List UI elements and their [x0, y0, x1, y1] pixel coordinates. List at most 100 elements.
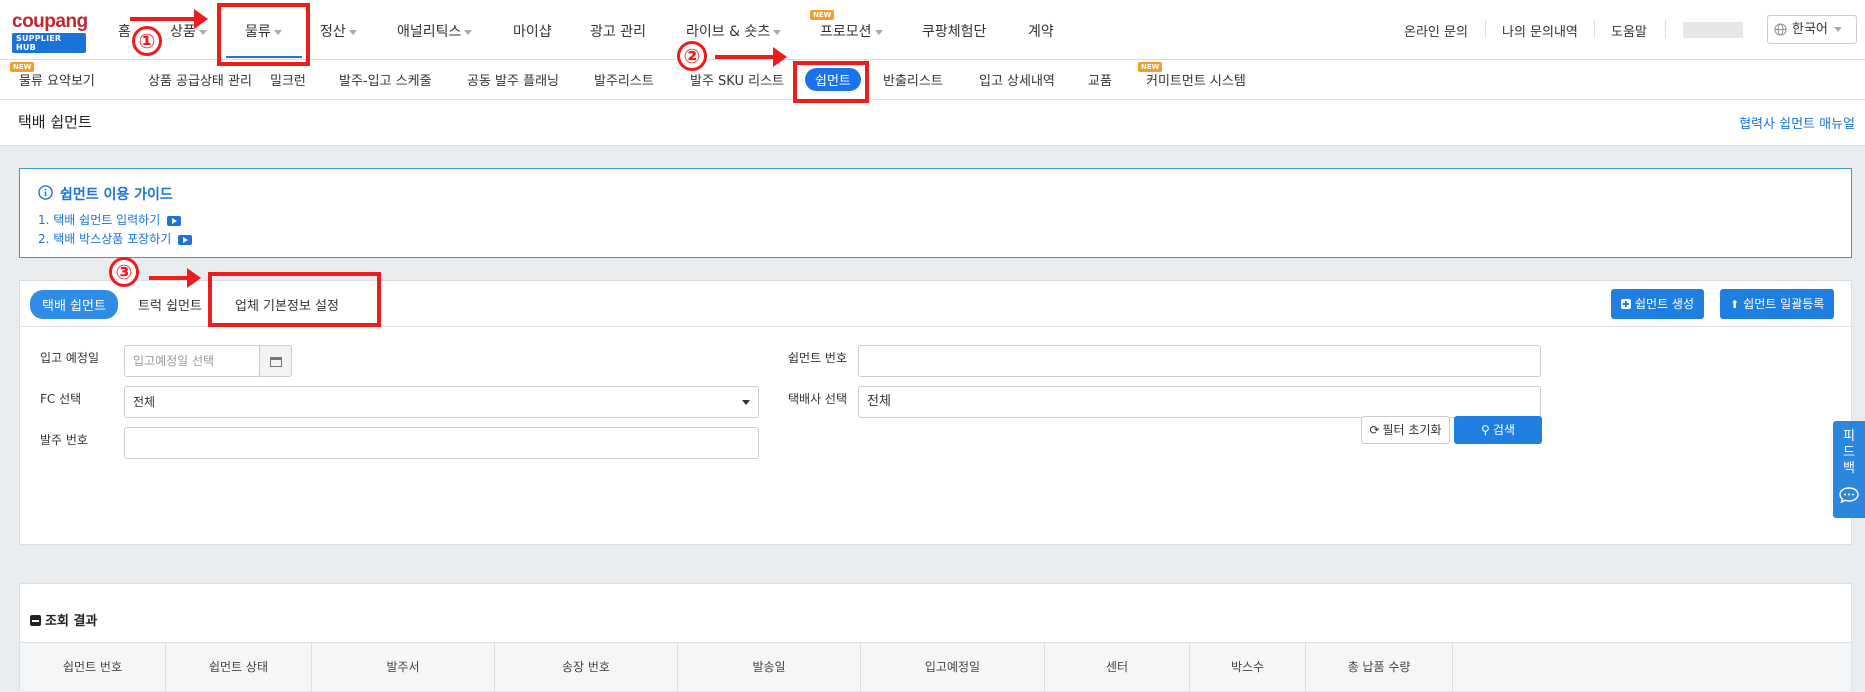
- shipment-no-input[interactable]: [858, 345, 1541, 377]
- feedback-label: 피드백: [1843, 429, 1855, 476]
- nav-promotion-label: 프로모션: [820, 24, 872, 40]
- po-number-label: 발주 번호: [40, 433, 88, 447]
- courier-label: 택배사 선택: [788, 392, 848, 406]
- annotation-number-2: ②: [677, 41, 707, 71]
- refresh-icon: ⟳: [1369, 423, 1380, 437]
- shipment-manual-link[interactable]: 협력사 쉽먼트 매뉴얼: [1739, 113, 1855, 132]
- guide-title: 쉽먼트 이용 가이드: [60, 187, 173, 203]
- subnav-milkrun[interactable]: 밀크런: [270, 70, 306, 89]
- guide-link-1-label: 1. 택배 쉽먼트 입력하기: [38, 213, 161, 227]
- feedback-button[interactable]: 피드백: [1833, 421, 1865, 518]
- bulk-register-button[interactable]: ⬆ 쉽먼트 일괄등록: [1720, 289, 1835, 319]
- col-shipment-status: 쉽먼트 상태: [166, 643, 312, 692]
- help-link[interactable]: 도움말: [1611, 21, 1647, 40]
- result-panel: 조회 결과 쉽먼트 번호 쉽먼트 상태 발주서 송장 번호 발송일 입고예정일 …: [19, 583, 1852, 692]
- col-po: 발주서: [312, 643, 495, 692]
- fc-select-value: 전체: [133, 395, 156, 409]
- chevron-down-icon: [874, 29, 883, 35]
- page-title: 택배 쉽먼트: [18, 113, 92, 131]
- fc-select[interactable]: 전체: [124, 386, 759, 418]
- tab-truck-shipment[interactable]: 트럭 쉽먼트: [138, 295, 202, 314]
- blurred-user-name[interactable]: [1683, 22, 1743, 38]
- result-table-header: 쉽먼트 번호 쉽먼트 상태 발주서 송장 번호 발송일 입고예정일 센터 박스수…: [20, 642, 1851, 692]
- language-selector[interactable]: 한국어: [1767, 15, 1857, 44]
- upload-icon: ⬆: [1730, 298, 1740, 311]
- chevron-down-icon: [773, 29, 782, 35]
- nav-settlement[interactable]: 정산: [320, 21, 357, 41]
- divider: [1594, 20, 1595, 38]
- logistics-sub-navigation: NEW 물류 요약보기 상품 공급상태 관리 밀크런 발주-입고 스케줄 공동 …: [0, 60, 1865, 100]
- subnav-inbound-detail[interactable]: 입고 상세내역: [979, 70, 1055, 89]
- arrival-date-input[interactable]: 입고예정일 선택: [124, 345, 260, 377]
- reset-filter-label: 필터 초기화: [1382, 423, 1442, 437]
- annotation-box-shipment: [793, 61, 869, 103]
- chevron-down-icon: [464, 29, 473, 35]
- calendar-icon: [270, 357, 282, 367]
- guide-link-1[interactable]: 1. 택배 쉽먼트 입력하기: [38, 211, 182, 228]
- nav-analytics[interactable]: 애널리틱스: [397, 21, 473, 41]
- nav-live-label: 라이브 & 숏츠: [686, 24, 771, 40]
- subnav-commitment[interactable]: 커미트먼트 시스템: [1146, 70, 1246, 89]
- my-inquiry-link[interactable]: 나의 문의내역: [1502, 21, 1578, 40]
- info-icon: [38, 185, 53, 200]
- col-center: 센터: [1045, 643, 1190, 692]
- subnav-po-schedule[interactable]: 발주-입고 스케줄: [339, 70, 432, 89]
- nav-settlement-label: 정산: [320, 24, 346, 40]
- subnav-return-list[interactable]: 반출리스트: [883, 70, 943, 89]
- coupang-logo[interactable]: coupang SUPPLIER HUB: [12, 12, 88, 53]
- subnav-joint-planning[interactable]: 공동 발주 플래닝: [467, 70, 559, 89]
- shipment-no-label: 쉽먼트 번호: [788, 351, 848, 365]
- language-label: 한국어: [1792, 22, 1828, 37]
- divider: [1665, 20, 1666, 38]
- subnav-po-list[interactable]: 발주리스트: [594, 70, 654, 89]
- page-header: 택배 쉽먼트 협력사 쉽먼트 매뉴얼: [0, 100, 1865, 146]
- col-box-count: 박스수: [1190, 643, 1306, 692]
- annotation-arrow-2: [715, 47, 787, 67]
- arrival-date-label: 입고 예정일: [40, 351, 100, 365]
- result-header[interactable]: 조회 결과: [30, 610, 97, 629]
- col-invoice-no: 송장 번호: [495, 643, 678, 692]
- fc-label: FC 선택: [40, 392, 82, 406]
- courier-select[interactable]: 전체: [858, 386, 1541, 418]
- nav-contract[interactable]: 계약: [1028, 21, 1054, 41]
- nav-myshop[interactable]: 마이샵: [513, 21, 552, 41]
- po-number-input[interactable]: [124, 427, 759, 459]
- logo-sub: SUPPLIER HUB: [12, 33, 86, 53]
- subnav-supply-status[interactable]: 상품 공급상태 관리: [148, 70, 252, 89]
- calendar-button[interactable]: [259, 345, 292, 377]
- search-button-label: 검색: [1492, 423, 1515, 437]
- reset-filter-button[interactable]: ⟳ 필터 초기화: [1361, 416, 1450, 444]
- subnav-exchange[interactable]: 교품: [1088, 70, 1112, 89]
- online-inquiry-link[interactable]: 온라인 문의: [1404, 21, 1468, 40]
- nav-live-shorts[interactable]: 라이브 & 숏츠: [686, 21, 782, 41]
- search-button[interactable]: ⚲ 검색: [1454, 416, 1542, 444]
- annotation-number-1: ①: [132, 26, 162, 56]
- annotation-arrow-1: [130, 9, 208, 29]
- annotation-number-3: ③: [109, 257, 139, 287]
- chat-bubble-icon: [1839, 487, 1859, 504]
- search-icon: ⚲: [1481, 423, 1490, 437]
- subnav-logistics-summary[interactable]: 물류 요약보기: [19, 70, 95, 89]
- nav-promotion[interactable]: 프로모션: [820, 21, 883, 41]
- guide-link-2-label: 2. 택배 박스상품 포장하기: [38, 232, 172, 246]
- chevron-down-icon: [198, 29, 207, 35]
- nav-home[interactable]: 홈: [118, 21, 131, 41]
- chevron-down-icon: [1833, 27, 1842, 32]
- annotation-box-logistics: [217, 3, 310, 66]
- col-total-qty: 총 납품 수량: [1306, 643, 1453, 692]
- bulk-register-label: 쉽먼트 일괄등록: [1743, 297, 1825, 311]
- col-arrival-date: 입고예정일: [861, 643, 1045, 692]
- video-play-icon: [167, 215, 182, 226]
- col-ship-date: 발송일: [678, 643, 861, 692]
- create-shipment-button[interactable]: 쉽먼트 생성: [1611, 289, 1705, 319]
- guide-link-2[interactable]: 2. 택배 박스상품 포장하기: [38, 230, 193, 247]
- new-badge: NEW: [810, 10, 835, 20]
- subnav-po-sku-list[interactable]: 발주 SKU 리스트: [690, 70, 784, 89]
- globe-icon: [1774, 23, 1787, 36]
- tab-parcel-shipment[interactable]: 택배 쉽먼트: [30, 290, 118, 319]
- plus-icon: [1621, 299, 1631, 309]
- nav-ads[interactable]: 광고 관리: [590, 21, 646, 41]
- nav-experience[interactable]: 쿠팡체험단: [922, 21, 986, 41]
- annotation-box-vendor-settings: [208, 272, 381, 327]
- divider: [1485, 20, 1486, 38]
